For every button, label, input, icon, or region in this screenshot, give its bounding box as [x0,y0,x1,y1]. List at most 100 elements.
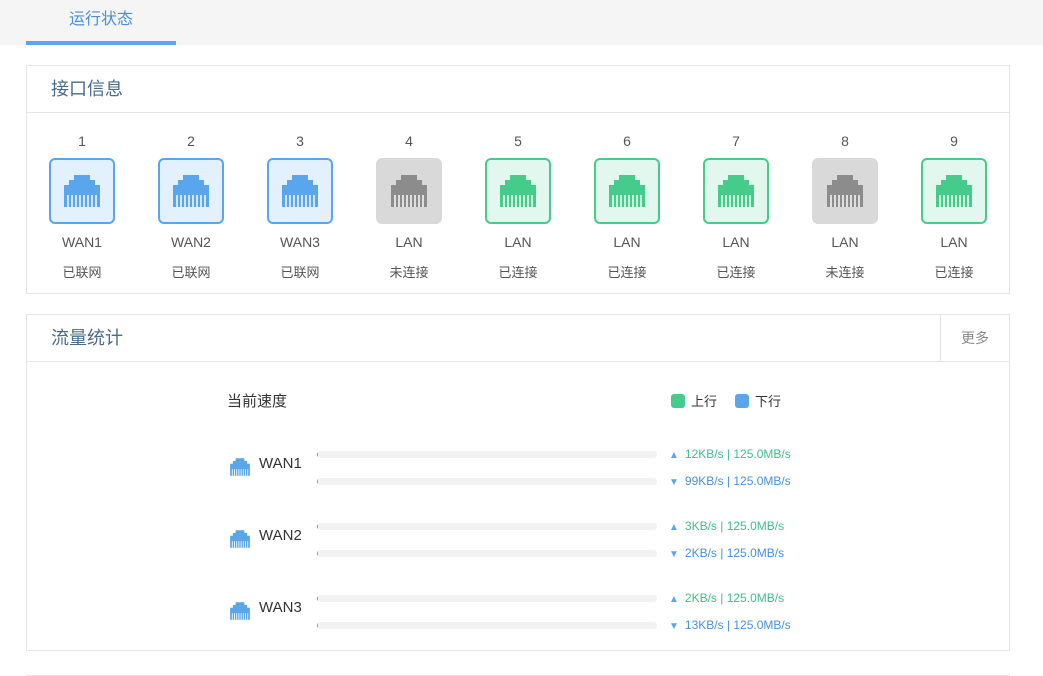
wan-name: WAN3 [259,599,302,616]
port-connection-status: 未连接 [825,265,865,280]
upload-bar [317,523,657,530]
download-rate: ▼ 2KB/s | 125.0MB/s [669,546,784,560]
port-type-label: LAN [831,234,859,250]
ports-row: 1 WAN1 已联网 2 WAN2 已联网 3 WAN3 已联网 4 LAN 未连接 5 LAN 已连接 6 L… [27,113,1009,293]
download-rate-text: 13KB/s | 125.0MB/s [684,618,791,632]
download-rate: ▼ 13KB/s | 125.0MB/s [669,618,791,632]
legend-download-swatch [735,393,749,408]
download-rate: ▼ 99KB/s | 125.0MB/s [669,474,791,488]
wan-speed-row: WAN3 ▲ 2KB/s | 125.0MB/s ▼ 13KB/s | 125.0MB/… [227,581,807,632]
wan-name: WAN1 [259,455,302,472]
upload-rate: ▲ 3KB/s | 125.0MB/s [669,519,784,533]
ethernet-port-icon [282,175,318,207]
port-status-box[interactable] [594,158,660,224]
port-status-box[interactable] [49,158,115,224]
ethernet-port-icon [718,175,754,207]
upload-bar [317,451,657,458]
more-button[interactable]: 更多 [940,315,1009,361]
triangle-up-icon: ▲ [669,522,679,533]
download-bar-fill [317,622,318,629]
port-number: 1 [78,133,86,149]
top-tab-bar: 运行状态 [0,0,1043,45]
download-bar [317,478,657,485]
upload-bar-fill [317,451,318,458]
interface-info-panel: 接口信息 1 WAN1 已联网 2 WAN2 已联网 3 WAN3 已联网 4 LAN 未连接 5 LAN… [26,65,1010,294]
download-bar-fill [317,478,318,485]
port-status-box[interactable] [158,158,224,224]
port-number: 8 [841,133,849,149]
ethernet-port-icon [391,175,427,207]
traffic-stats-title: 流量统计 [51,328,123,348]
ethernet-port-icon [230,530,250,548]
ethernet-port-icon [827,175,863,207]
port-number: 2 [187,133,195,149]
ethernet-port-icon [173,175,209,207]
ethernet-port-icon [230,458,250,476]
port-type-label: LAN [395,234,423,250]
port-status-box[interactable] [703,158,769,224]
ethernet-port-icon [64,175,100,207]
download-rate-text: 99KB/s | 125.0MB/s [684,474,791,488]
upload-bar-fill [317,523,318,530]
wan-port-icon [229,529,251,554]
wan-port-icon [229,457,251,482]
port-type-label: WAN2 [171,234,211,250]
port-status-box[interactable] [921,158,987,224]
current-speed-title: 当前速度 [227,393,288,410]
ethernet-port-icon [500,175,536,207]
port-number: 7 [732,133,740,149]
upload-rate: ▲ 12KB/s | 125.0MB/s [669,447,791,461]
interface-info-header: 接口信息 [27,66,1009,113]
port-number: 9 [950,133,958,149]
port-type-label: LAN [504,234,532,250]
port-number: 4 [405,133,413,149]
traffic-stats-panel: 流量统计 更多 当前速度 上行 下行 WAN1 ▲ 12KB/s | 125.0MB… [26,314,1010,651]
legend-download-label: 下行 [755,394,782,409]
upload-rate-text: 12KB/s | 125.0MB/s [684,447,791,461]
download-rate-text: 2KB/s | 125.0MB/s [684,546,785,560]
triangle-up-icon: ▲ [669,594,679,605]
ethernet-port-icon [230,602,250,620]
upload-rate-text: 2KB/s | 125.0MB/s [684,591,785,605]
port-connection-status: 已连接 [498,265,538,280]
triangle-down-icon: ▼ [669,621,679,632]
port-number: 5 [514,133,522,149]
tab-running-status[interactable]: 运行状态 [26,0,176,45]
ethernet-port-icon [936,175,972,207]
upload-bar [317,595,657,602]
wan-speed-row: WAN2 ▲ 3KB/s | 125.0MB/s ▼ 2KB/s | 125.0MB/s [227,509,807,560]
upload-rate-text: 3KB/s | 125.0MB/s [684,519,785,533]
upload-bar-fill [317,595,318,602]
download-bar-fill [317,550,318,557]
wan-port-icon [229,601,251,626]
port-status-box[interactable] [812,158,878,224]
port-status-box[interactable] [485,158,551,224]
port-type-label: LAN [722,234,750,250]
interface-info-title: 接口信息 [51,79,123,99]
download-bar [317,550,657,557]
port-status-box[interactable] [267,158,333,224]
tab-active-indicator [26,41,176,45]
port-connection-status: 已连接 [934,265,974,280]
legend-upload-label: 上行 [691,394,718,409]
upload-rate: ▲ 2KB/s | 125.0MB/s [669,591,784,605]
traffic-stats-header: 流量统计 更多 [27,315,1009,362]
triangle-down-icon: ▼ [669,549,679,560]
port-number: 6 [623,133,631,149]
triangle-up-icon: ▲ [669,450,679,461]
wan-speed-row: WAN1 ▲ 12KB/s | 125.0MB/s ▼ 99KB/s | 125.0MB… [227,437,807,488]
port-connection-status: 已连接 [716,265,756,280]
ethernet-port-icon [609,175,645,207]
port-number: 3 [296,133,304,149]
port-connection-status: 未连接 [389,265,429,280]
triangle-down-icon: ▼ [669,477,679,488]
port-connection-status: 已连接 [607,265,647,280]
legend-upload: 上行 [671,391,717,410]
legend-download: 下行 [735,391,781,410]
port-type-label: WAN3 [280,234,320,250]
port-connection-status: 已联网 [280,265,320,280]
port-type-label: LAN [613,234,641,250]
port-status-box[interactable] [376,158,442,224]
port-type-label: LAN [940,234,968,250]
wan-name: WAN2 [259,527,302,544]
